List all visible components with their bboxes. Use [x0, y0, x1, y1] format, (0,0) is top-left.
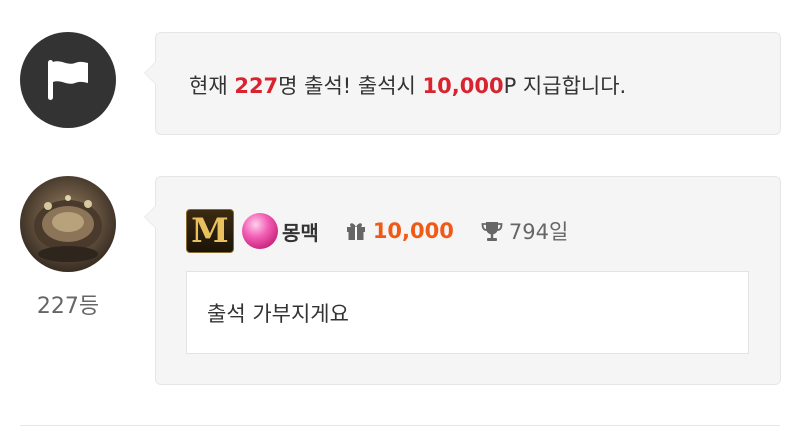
gift-icon	[345, 220, 367, 242]
attendance-notice: 현재 227명 출석! 출석시 10,000P 지급합니다.	[144, 32, 781, 135]
notice-suffix: P 지급합니다.	[503, 74, 627, 98]
attendance-days: 794일	[508, 220, 569, 244]
notice-text: 현재 227명 출석! 출석시 10,000P 지급합니다.	[189, 70, 626, 100]
flag-icon	[20, 32, 116, 128]
comment-text: 출석 가부지게요	[207, 302, 349, 326]
divider	[20, 425, 780, 426]
level-badge: M	[186, 209, 234, 253]
notice-middle: 명 출석! 출석시	[278, 74, 423, 98]
flag-glyph	[48, 60, 88, 100]
avatar-image	[34, 195, 102, 262]
user-meta: M 몽맥 10,000 794일	[186, 209, 568, 253]
attendance-count: 227	[234, 74, 279, 98]
comment-box: 출석 가부지게요	[186, 271, 749, 354]
nickname[interactable]: 몽맥	[282, 217, 319, 246]
avatar[interactable]	[20, 176, 116, 272]
gem-icon	[242, 213, 278, 249]
trophy-icon	[480, 219, 504, 243]
attendance-comment-card: M 몽맥 10,000 794일 출석 가부지게요	[144, 176, 781, 385]
user-points: 10,000	[372, 219, 454, 243]
reward-points: 10,000	[422, 74, 504, 98]
notice-prefix: 현재	[189, 74, 235, 98]
rank-label: 227등	[36, 294, 100, 319]
